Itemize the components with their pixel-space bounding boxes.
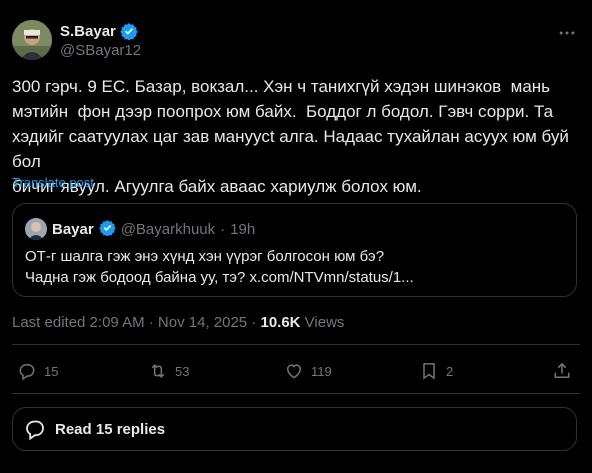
quoted-author-avatar[interactable]	[25, 218, 47, 240]
divider	[12, 393, 580, 394]
read-replies-button[interactable]: Read 15 replies	[12, 407, 577, 451]
author-handle[interactable]: @SBayar12	[60, 42, 141, 59]
reply-count: 15	[44, 363, 59, 379]
quoted-post-header: Bayar @Bayarkhuuk · 19h	[25, 218, 255, 240]
author-avatar[interactable]	[12, 20, 52, 60]
like-icon	[286, 364, 302, 379]
views-count: 10.6K	[260, 314, 301, 331]
bookmark-count: 2	[446, 363, 454, 379]
quoted-post[interactable]: Bayar @Bayarkhuuk · 19h ОТ-г шалга гэж э…	[12, 203, 577, 297]
reply-icon	[19, 364, 35, 381]
views-label: Views	[300, 314, 345, 331]
action-bar: 15 53 119 2	[12, 359, 580, 391]
share-button[interactable]	[552, 361, 572, 381]
repost-button[interactable]: 53	[148, 361, 189, 381]
like-count: 119	[311, 363, 332, 379]
quoted-post-line-2: Чадна гэж бодоод байна уу, тэ? x.com/NTV…	[25, 269, 414, 286]
verified-badge-icon	[98, 219, 116, 240]
post-header: S.Bayar @SBayar12	[12, 20, 580, 64]
bookmark-icon	[423, 363, 435, 380]
author-name-block: S.Bayar @SBayar12	[60, 22, 141, 60]
quoted-author-name: Bayar	[52, 220, 94, 238]
translate-post-link[interactable]: Translate post	[12, 175, 94, 190]
verified-badge-icon[interactable]	[120, 22, 138, 41]
author-display-name[interactable]: S.Bayar	[60, 23, 116, 40]
edited-timestamp[interactable]: Last edited 2:09 AM · Nov 14, 2025 ·	[12, 314, 260, 331]
read-replies-label: Read 15 replies	[55, 420, 166, 438]
post-meta: Last edited 2:09 AM · Nov 14, 2025 · 10.…	[12, 314, 344, 331]
quoted-post-line-1: ОТ-г шалга гэж энэ хүнд хэн үүрэг болгос…	[25, 248, 385, 265]
repost-icon	[151, 364, 165, 378]
divider	[12, 344, 580, 345]
quoted-post-time: 19h	[230, 220, 256, 238]
repost-count: 53	[175, 363, 190, 379]
chat-bubble-icon	[26, 420, 44, 441]
reply-button[interactable]: 15	[17, 361, 58, 381]
quoted-post-text: ОТ-г шалга гэж энэ хүнд хэн үүрэг болгос…	[25, 246, 565, 288]
quoted-author-handle: @Bayarkhuuk	[120, 220, 216, 238]
more-icon[interactable]	[556, 22, 578, 44]
bookmark-button[interactable]: 2	[419, 361, 453, 381]
separator-dot: ·	[220, 220, 226, 238]
share-icon	[554, 362, 570, 378]
post-text: 300 гэрч. 9 ЕС. Базар, вокзал... Хэн ч т…	[12, 77, 569, 196]
like-button[interactable]: 119	[284, 361, 332, 381]
